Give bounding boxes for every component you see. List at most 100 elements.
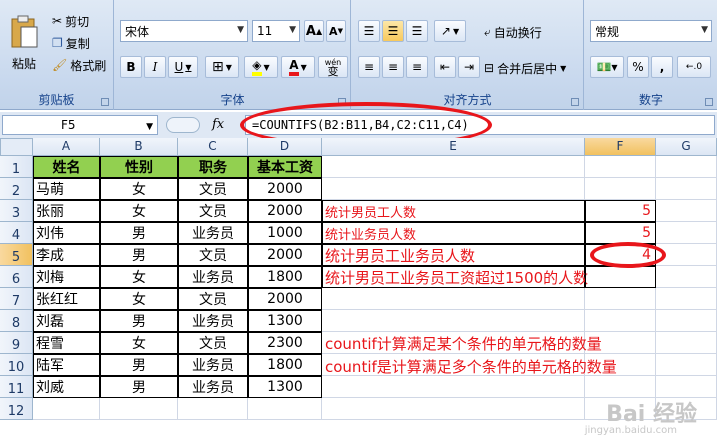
row-header-12[interactable]: 12	[0, 398, 33, 420]
cell[interactable]	[33, 398, 100, 420]
currency-button[interactable]: 💵 ▼	[590, 56, 624, 78]
row-header-6[interactable]: 6	[0, 266, 33, 288]
column-header-E[interactable]: E	[322, 138, 585, 156]
cut-button[interactable]: ✂ 剪切	[52, 12, 89, 30]
phonetic-button[interactable]: wén 变	[318, 56, 348, 78]
row-header-11[interactable]: 11	[0, 376, 33, 398]
table-cell[interactable]: 业务员	[178, 222, 248, 244]
table-cell[interactable]: 文员	[178, 244, 248, 266]
row-header-10[interactable]: 10	[0, 354, 33, 376]
table-cell[interactable]: 刘磊	[33, 310, 100, 332]
font-color-button[interactable]: A ▼	[281, 56, 315, 78]
table-header-cell[interactable]: 性别	[100, 156, 178, 178]
orientation-button[interactable]: ↗ ▼	[434, 20, 466, 42]
cell[interactable]	[322, 310, 585, 332]
table-cell[interactable]: 2000	[248, 288, 322, 310]
table-cell[interactable]: 女	[100, 288, 178, 310]
cell[interactable]	[656, 222, 717, 244]
row-header-4[interactable]: 4	[0, 222, 33, 244]
increase-decimal-button[interactable]: ←.0	[677, 56, 711, 78]
cell[interactable]	[656, 376, 717, 398]
cell[interactable]	[656, 200, 717, 222]
table-cell[interactable]: 1800	[248, 266, 322, 288]
table-cell[interactable]: 女	[100, 332, 178, 354]
cell[interactable]	[322, 288, 585, 310]
table-cell[interactable]: 女	[100, 200, 178, 222]
cell[interactable]	[585, 288, 656, 310]
table-cell[interactable]: 男	[100, 222, 178, 244]
bold-button[interactable]: B	[120, 56, 142, 78]
table-cell[interactable]: 2000	[248, 200, 322, 222]
merge-center-button[interactable]: ⊟ 合并后居中 ▼	[484, 58, 566, 78]
cell[interactable]	[585, 310, 656, 332]
table-cell[interactable]: 程雪	[33, 332, 100, 354]
table-cell[interactable]: 男	[100, 310, 178, 332]
cell[interactable]	[248, 398, 322, 420]
column-header-B[interactable]: B	[100, 138, 178, 156]
number-format-select[interactable]: 常规 ▼	[590, 20, 712, 42]
table-cell[interactable]: 陆军	[33, 354, 100, 376]
cell[interactable]	[100, 398, 178, 420]
stat-label-cell[interactable]: 统计男员工人数	[322, 200, 585, 222]
number-launcher[interactable]	[705, 98, 713, 106]
table-cell[interactable]: 李成	[33, 244, 100, 266]
table-cell[interactable]: 马萌	[33, 178, 100, 200]
font-size-select[interactable]: 11 ▼	[252, 20, 300, 42]
table-cell[interactable]: 男	[100, 354, 178, 376]
cell[interactable]	[585, 376, 656, 398]
table-cell[interactable]: 文员	[178, 332, 248, 354]
font-name-select[interactable]: 宋体 ▼	[120, 20, 248, 42]
row-header-8[interactable]: 8	[0, 310, 33, 332]
table-header-cell[interactable]: 职务	[178, 156, 248, 178]
table-cell[interactable]: 业务员	[178, 376, 248, 398]
italic-button[interactable]: I	[144, 56, 166, 78]
cell[interactable]	[656, 288, 717, 310]
cell[interactable]	[656, 310, 717, 332]
cell[interactable]	[585, 178, 656, 200]
table-cell[interactable]: 女	[100, 178, 178, 200]
row-header-7[interactable]: 7	[0, 288, 33, 310]
wrap-text-button[interactable]: ⤶ 自动换行	[484, 22, 542, 42]
table-cell[interactable]: 男	[100, 244, 178, 266]
table-cell[interactable]: 2000	[248, 244, 322, 266]
insert-function-button[interactable]: fx	[212, 117, 224, 132]
cell[interactable]	[656, 156, 717, 178]
cell[interactable]	[656, 332, 717, 354]
table-header-cell[interactable]: 基本工资	[248, 156, 322, 178]
align-right-button[interactable]: ≡	[406, 56, 428, 78]
table-cell[interactable]: 1000	[248, 222, 322, 244]
column-header-F[interactable]: F	[585, 138, 656, 156]
align-top-button[interactable]: ☰	[358, 20, 380, 42]
formula-bar-splitter[interactable]	[166, 117, 200, 133]
shrink-font-button[interactable]: A ▼	[326, 20, 346, 42]
stat-value-cell[interactable]: 5	[585, 222, 656, 244]
copy-button[interactable]: ❐ 复制	[52, 34, 90, 52]
paste-button[interactable]: 粘贴	[6, 8, 42, 78]
table-cell[interactable]: 刘伟	[33, 222, 100, 244]
table-cell[interactable]: 文员	[178, 178, 248, 200]
cell[interactable]	[585, 156, 656, 178]
stat-value-cell[interactable]	[585, 266, 656, 288]
table-cell[interactable]: 刘威	[33, 376, 100, 398]
decrease-indent-button[interactable]: ⇤	[434, 56, 456, 78]
row-header-2[interactable]: 2	[0, 178, 33, 200]
table-cell[interactable]: 文员	[178, 288, 248, 310]
cell[interactable]	[178, 398, 248, 420]
table-cell[interactable]: 2000	[248, 178, 322, 200]
table-cell[interactable]: 1300	[248, 376, 322, 398]
column-header-A[interactable]: A	[33, 138, 100, 156]
borders-button[interactable]: ⊞ ▼	[205, 56, 239, 78]
column-header-D[interactable]: D	[248, 138, 322, 156]
stat-label-cell[interactable]: 统计男员工业务员人数	[322, 244, 585, 266]
row-header-3[interactable]: 3	[0, 200, 33, 222]
align-center-button[interactable]: ≡	[382, 56, 404, 78]
row-header-5[interactable]: 5	[0, 244, 33, 266]
cell[interactable]	[656, 178, 717, 200]
table-cell[interactable]: 业务员	[178, 310, 248, 332]
format-painter-button[interactable]: 🖌 格式刷	[52, 56, 106, 74]
cell[interactable]	[656, 354, 717, 376]
cell[interactable]	[322, 156, 585, 178]
align-left-button[interactable]: ≡	[358, 56, 380, 78]
clipboard-launcher[interactable]	[101, 98, 109, 106]
row-header-1[interactable]: 1	[0, 156, 33, 178]
